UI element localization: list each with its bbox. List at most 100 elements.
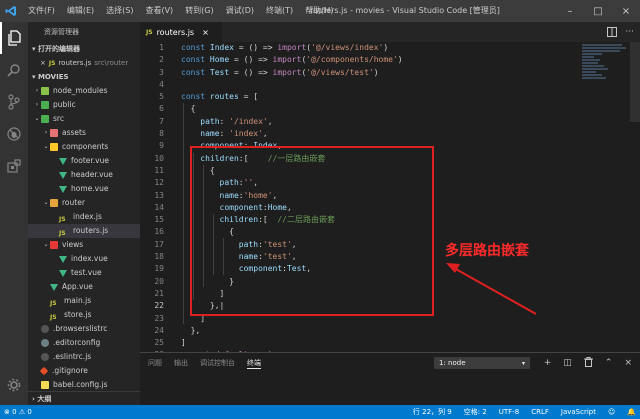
code-token: import [277,43,307,52]
extensions-icon[interactable] [0,150,28,182]
warning-count: 0 [27,408,32,416]
project-section[interactable]: ▾ MOVIES [28,70,140,84]
cursor-position[interactable]: 行 22，列 9 [413,405,452,419]
maximize-icon[interactable]: □ [584,0,612,22]
tree-item[interactable]: header.vue [28,168,140,182]
split-terminal-icon[interactable]: ◫ [563,357,572,371]
panel-tab[interactable]: 问题 [148,358,162,368]
vue-file-icon [59,255,67,263]
indentation[interactable]: 空格: 2 [464,405,487,419]
code-token: '@/components/home' [306,55,398,65]
js-file-icon: JS [48,60,56,67]
code-token: import [272,67,302,77]
config-file-icon [41,325,49,333]
open-editor-item[interactable]: × JS routers.js src\router [28,56,140,70]
code-line: path: '/index', [181,116,403,128]
menu-item[interactable]: 查看(V) [139,0,179,22]
minimize-icon[interactable]: – [556,0,584,22]
tree-item[interactable]: ⌄ components [28,140,140,154]
tree-item[interactable]: App.vue [28,280,140,294]
line-number: 8 [159,129,164,139]
editor-scrollbar[interactable] [630,42,640,122]
tree-item-label: home.vue [71,184,109,193]
status-bar: ⊗ 0 ⚠ 0 行 22，列 9 空格: 2 UTF-8 CRLF JavaSc… [0,405,640,419]
tree-item[interactable]: .gitignore [28,364,140,378]
close-panel-icon[interactable]: × [624,357,632,371]
tree-item[interactable]: ⌄ router [28,196,140,210]
menu-item[interactable]: 转到(G) [179,0,219,22]
tree-item[interactable]: test.vue [28,266,140,280]
tree-item[interactable]: › assets [28,126,140,140]
minimap[interactable] [582,44,628,90]
tree-item[interactable]: JS routers.js [28,224,140,238]
tree-item-label: .eslintrc.js [53,352,92,361]
tree-item[interactable]: JS main.js [28,294,140,308]
line-number: 22 [154,301,164,311]
folder-icon [50,199,58,207]
babel-icon [41,381,49,389]
more-actions-icon[interactable]: ··· [625,27,634,37]
source-control-icon[interactable] [0,86,28,118]
menu-item[interactable]: 调试(D) [220,0,260,22]
code-token: '@/views/index' [311,43,384,52]
tree-item[interactable]: JS store.js [28,308,140,322]
line-number: 1 [159,43,164,52]
feedback-icon[interactable]: ☺ [608,405,615,419]
panel-tab[interactable]: 终端 [247,358,261,369]
menu-item[interactable]: 终端(T) [260,0,299,22]
panel-tab[interactable]: 输出 [174,358,188,368]
menu-item[interactable]: 选择(S) [100,0,139,22]
code-token: = () => [229,55,273,65]
code-token: ) [397,55,403,65]
trash-icon[interactable] [583,357,593,371]
vue-file-icon [59,269,67,277]
split-editor-icon[interactable] [607,27,618,37]
terminal-select[interactable]: 1: node ▾ [434,357,530,369]
chevron-down-icon: ⌄ [43,241,49,248]
tree-item[interactable]: .eslintrc.js [28,350,140,364]
tree-item[interactable]: home.vue [28,182,140,196]
close-tab-icon[interactable]: × [202,28,209,37]
tree-item[interactable]: › node_modules [28,84,140,98]
maximize-panel-icon[interactable]: ⌃ [605,357,613,371]
tree-item[interactable]: index.vue [28,252,140,266]
tree-item[interactable]: ⌄ src [28,112,140,126]
code-token: import [272,55,302,65]
code-token: }, [181,325,201,335]
tree-item[interactable]: .editorconfig [28,336,140,350]
language-mode[interactable]: JavaScript [561,405,596,419]
close-window-icon[interactable]: × [612,0,640,22]
code-token: const [181,55,210,65]
tree-item-label: index.js [73,212,102,221]
tree-item-label: components [62,142,109,151]
settings-gear-icon[interactable] [0,369,28,401]
title-bar: 文件(F) 编辑(E) 选择(S) 查看(V) 转到(G) 调试(D) 终端(T) 帮助(H)… [0,0,640,22]
new-terminal-icon[interactable]: + [544,357,552,371]
tree-item[interactable]: babel.config.js [28,378,140,392]
tree-item-label: routers.js [73,226,109,235]
tree-item[interactable]: .browserslistrc [28,322,140,336]
line-number: 19 [154,264,164,274]
search-icon[interactable] [0,54,28,86]
menu-item[interactable]: 文件(F) [22,0,61,22]
tree-item[interactable]: ⌄ views [28,238,140,252]
tab-routers-js[interactable]: JS routers.js × [140,22,222,42]
notifications-icon[interactable]: 🔔 [627,405,636,419]
problems-indicator[interactable]: ⊗ 0 ⚠ 0 [4,405,32,419]
explorer-icon[interactable] [0,22,28,54]
outline-section[interactable]: › 大纲 [28,391,140,405]
line-number: 24 [154,325,164,335]
close-editor-icon[interactable]: × [40,59,46,67]
encoding[interactable]: UTF-8 [499,405,519,419]
open-editors-section[interactable]: ▾ 打开的编辑器 [28,42,140,56]
panel-tab[interactable]: 调试控制台 [200,358,235,368]
menu-item[interactable]: 编辑(E) [61,0,100,22]
tree-item[interactable]: footer.vue [28,154,140,168]
tree-item[interactable]: › public [28,98,140,112]
tree-item[interactable]: JS index.js [28,210,140,224]
tree-item-label: index.vue [71,254,108,263]
js-file-icon: JS [50,300,57,307]
debug-icon[interactable] [0,118,28,150]
git-icon [39,366,49,376]
line-ending[interactable]: CRLF [531,405,549,419]
